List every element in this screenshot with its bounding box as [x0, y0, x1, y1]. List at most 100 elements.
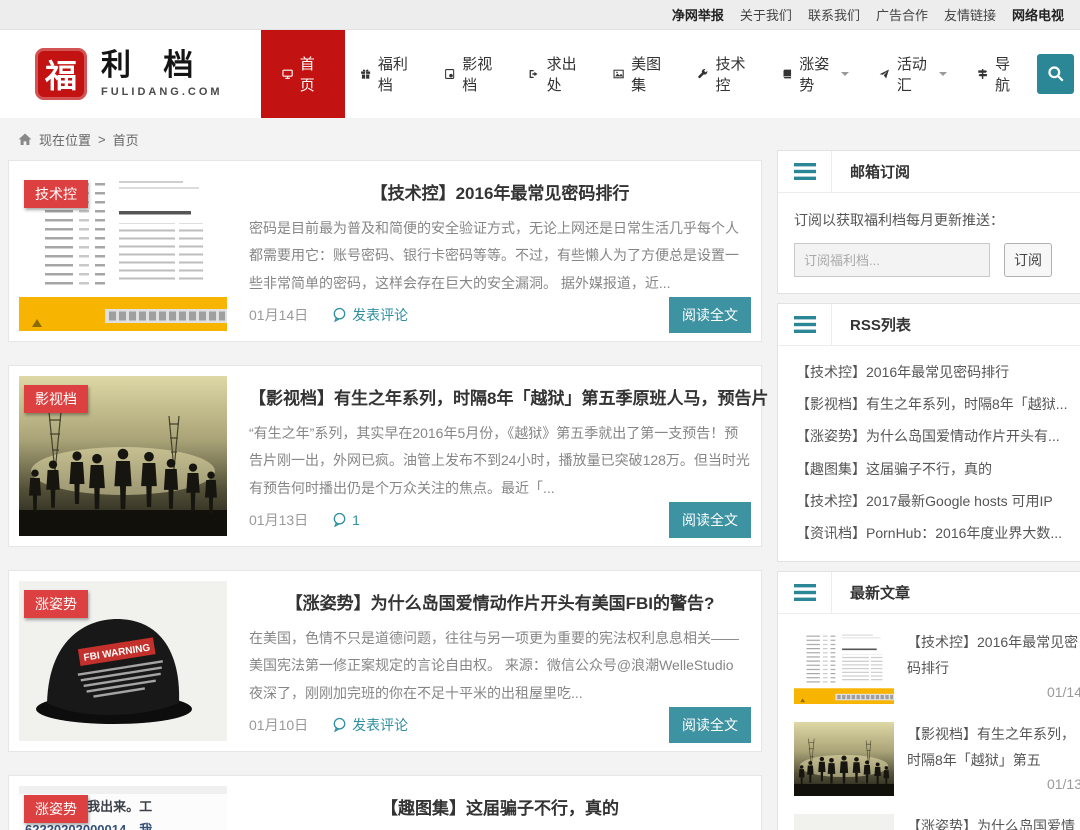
article-card: 技术控 【技术控】2016年最常见密码排行 密码是目前最为普及和简便的安全验证方… — [8, 160, 762, 342]
read-more-button[interactable]: 阅读全文 — [669, 296, 751, 333]
nav-item-tech[interactable]: 技术控 — [682, 30, 766, 118]
comments-link[interactable]: 1 — [332, 512, 360, 528]
article-excerpt: 在美国，色情不只是道德问题，往往与另一项更为重要的宪法权利息息相关——美国宪法第… — [249, 630, 739, 701]
rss-item[interactable]: 【技术控】2017最新Google hosts 可用IP — [796, 485, 1080, 517]
recent-post-thumbnail-fbi-warning-cap — [794, 814, 894, 830]
nav-item-movies[interactable]: 影视档 — [429, 30, 513, 118]
topbar-link-report[interactable]: 净网举报 — [672, 5, 724, 24]
topbar-link-ads[interactable]: 广告合作 — [876, 5, 928, 24]
nav-item-navigation[interactable]: 导 航 — [962, 30, 1037, 118]
article-date: 01月13日 — [249, 511, 309, 528]
article-title[interactable]: 【涨姿势】为什么岛国爱情动作片开头有美国FBI的警告? — [249, 589, 751, 614]
chevron-down-icon — [841, 72, 850, 76]
signout-icon — [530, 69, 538, 79]
category-badge[interactable]: 技术控 — [24, 180, 88, 208]
widget-menu-button[interactable] — [778, 304, 832, 345]
article-excerpt: “有生之年”系列，其实早在2016年5月份，《越狱》第五季就出了第一支预告！预告… — [249, 425, 750, 496]
widget-menu-button[interactable] — [778, 151, 832, 192]
nav-item-source[interactable]: 求出处 — [513, 30, 597, 118]
tv-icon — [281, 69, 293, 79]
rss-item[interactable]: 【影视档】有生之年系列，时隔8年「越狱... — [796, 388, 1080, 420]
page-content: 技术控 【技术控】2016年最常见密码排行 密码是目前最为普及和简便的安全验证方… — [0, 150, 1080, 830]
send-icon — [879, 69, 890, 79]
book-icon — [783, 69, 791, 79]
comment-bubble-icon — [333, 513, 346, 528]
recent-post-title: 【影视档】有生之年系列，时隔8年「越狱」第五 — [907, 726, 1075, 769]
search-icon — [1048, 66, 1064, 82]
rss-item[interactable]: 【技术控】2016年最常见密码排行 — [796, 356, 1080, 388]
breadcrumb-prefix: 现在位置 — [39, 133, 92, 148]
article-date: 01月10日 — [249, 716, 309, 733]
subscribe-button[interactable]: 订阅 — [1004, 243, 1052, 277]
subscribe-description: 订阅以获取福利档每月更新推送： — [794, 212, 1004, 228]
article-title[interactable]: 【技术控】2016年最常见密码排行 — [249, 179, 751, 204]
widget-menu-button[interactable] — [778, 572, 832, 614]
article-card: 影视档 【影视档】有生之年系列，时隔8年「越狱」第五季原班人马，预告片 “有生之… — [8, 365, 768, 547]
nav-item-gallery[interactable]: 美图集 — [598, 30, 682, 118]
category-badge[interactable]: 涨姿势 — [24, 590, 88, 618]
map-signs-icon — [978, 69, 987, 79]
email-subscribe-widget: 邮箱订阅 订阅以获取福利档每月更新推送： 订阅 — [777, 150, 1080, 294]
breadcrumb-current[interactable]: 首页 — [113, 130, 139, 149]
home-icon — [18, 133, 32, 145]
comment-bubble-icon — [333, 308, 346, 323]
topbar-link-about[interactable]: 关于我们 — [740, 5, 792, 24]
nav-item-home[interactable]: 首页 — [260, 30, 345, 118]
search-button[interactable] — [1037, 54, 1074, 94]
hamburger-icon — [793, 316, 816, 333]
comments-link[interactable]: 发表评论 — [332, 715, 408, 735]
site-name: 利 档 — [101, 48, 206, 82]
top-bar: 净网举报 关于我们 联系我们 广告合作 友情链接 网络电视 — [0, 0, 1080, 30]
article-title[interactable]: 【影视档】有生之年系列，时隔8年「越狱」第五季原班人马，预告片 — [249, 384, 768, 409]
widget-title: 最新文章 — [850, 585, 911, 603]
svg-text:62220202000014 我: 62220202000014 我 — [25, 822, 152, 830]
recent-post-item[interactable]: 【技术控】2016年最常见密码排行 01/14 — [794, 630, 1080, 705]
recent-post-date: 01/14 — [1046, 683, 1080, 700]
film-icon — [445, 69, 455, 79]
widget-title: RSS列表 — [850, 317, 911, 334]
rss-list-widget: RSS列表 【技术控】2016年最常见密码排行 【影视档】有生之年系列，时隔8年… — [777, 303, 1080, 563]
topbar-link-contact[interactable]: 联系我们 — [808, 5, 860, 24]
logo-mark-icon: 福 — [35, 48, 87, 100]
article-thumbnail-scam-chat-screenshot[interactable]: 10000块捞我出来。工 62220202000014 我 出来立刻给你追加15… — [19, 786, 227, 830]
rss-item[interactable]: 【趣图集】这届骗子不行，真的 — [796, 453, 1080, 485]
wrench-icon — [698, 69, 708, 79]
subscribe-email-input[interactable] — [794, 243, 990, 277]
widget-title: 邮箱订阅 — [850, 164, 911, 181]
gift-icon — [360, 69, 370, 79]
rss-item[interactable]: 【涨姿势】为什么岛国爱情动作片开头有... — [796, 420, 1080, 452]
image-icon — [613, 69, 624, 79]
topbar-link-friends[interactable]: 友情链接 — [944, 5, 996, 24]
article-title[interactable]: 【趣图集】这届骗子不行，真的 — [249, 794, 751, 819]
comment-bubble-icon — [333, 718, 346, 733]
article-thumbnail-prison-break-cast[interactable]: 影视档 — [19, 376, 227, 536]
article-thumbnail-fbi-warning-cap[interactable]: 涨姿势 — [19, 581, 227, 741]
article-date: 01月14日 — [249, 306, 309, 323]
category-badge[interactable]: 涨姿势 — [24, 795, 88, 823]
site-logo[interactable]: 福 利 档 FULIDANG.COM — [35, 30, 223, 118]
comments-link[interactable]: 发表评论 — [332, 305, 408, 325]
site-domain: FULIDANG.COM — [101, 85, 223, 98]
nav-item-knowledge[interactable]: 涨姿势 — [767, 30, 865, 118]
topbar-link-webtv[interactable]: 网络电视 — [1012, 5, 1064, 24]
breadcrumb-separator: > — [98, 132, 106, 147]
recent-post-title: 【技术控】2016年最常见密码排行 — [907, 634, 1079, 677]
recent-post-item[interactable]: 【涨姿势】为什么岛国爱情动作片开头有美国FBI的 — [794, 814, 1080, 830]
main-nav: 首页 福利档 影视档 求出处 美图集 技术控 涨姿势 活动汇 导 航 — [260, 30, 1038, 118]
sidebar: 邮箱订阅 订阅以获取福利档每月更新推送： 订阅 RSS列表 【技术控】20 — [777, 150, 1080, 830]
rss-item[interactable]: 【资讯档】PornHub：2016年度业界大数... — [796, 517, 1080, 549]
recent-post-date: 01/13 — [1046, 775, 1080, 792]
article-excerpt: 密码是目前最为普及和简便的安全验证方式，无论上网还是日常生活几乎每个人都需要用它… — [249, 220, 739, 291]
read-more-button[interactable]: 阅读全文 — [669, 501, 751, 538]
category-badge[interactable]: 影视档 — [24, 385, 88, 413]
nav-item-fulidang[interactable]: 福利档 — [345, 30, 429, 118]
article-thumbnail-passwords-document[interactable]: 技术控 — [19, 171, 227, 331]
read-more-button[interactable]: 阅读全文 — [669, 706, 751, 743]
recent-post-item[interactable]: 【影视档】有生之年系列，时隔8年「越狱」第五 01/13 — [794, 722, 1080, 797]
recent-post-title: 【涨姿势】为什么岛国爱情动作片开头有美国FBI的 — [907, 818, 1075, 830]
recent-post-thumbnail-prison-break-cast — [794, 722, 894, 797]
recent-posts-widget: 最新文章 【技术控】2016年最常见密码排行 01/14 【影视档】有生之年系列… — [777, 571, 1080, 830]
chevron-down-icon — [938, 72, 947, 76]
article-list: 技术控 【技术控】2016年最常见密码排行 密码是目前最为普及和简便的安全验证方… — [8, 160, 768, 830]
nav-item-events[interactable]: 活动汇 — [864, 30, 962, 118]
